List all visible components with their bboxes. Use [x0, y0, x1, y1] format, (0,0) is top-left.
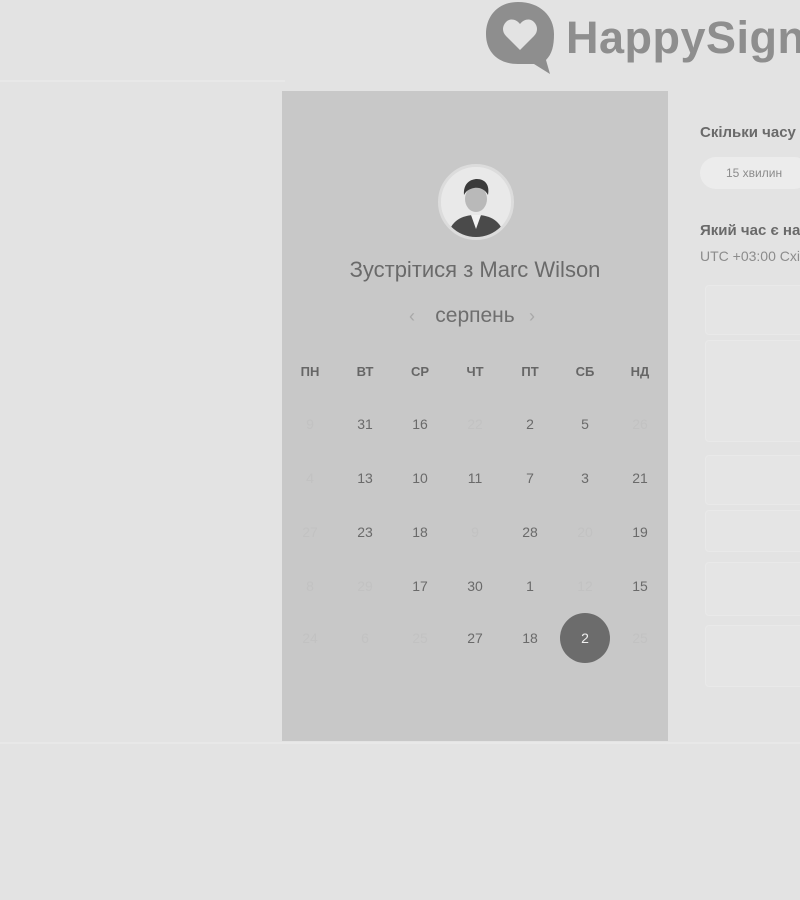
- footer-divider: [0, 742, 800, 744]
- calendar-day[interactable]: 27: [450, 613, 500, 663]
- calendar-day: 25: [632, 630, 648, 646]
- calendar-day[interactable]: 18: [505, 613, 555, 663]
- calendar-day[interactable]: 15: [615, 561, 665, 611]
- brand-logo: HappySigna: [484, 0, 800, 76]
- calendar-day[interactable]: 10: [395, 453, 445, 503]
- weekday-label: СБ: [575, 364, 595, 379]
- calendar-day[interactable]: 5: [560, 399, 610, 449]
- timezone-label[interactable]: UTC +03:00 Схі: [700, 248, 800, 264]
- calendar-day[interactable]: 11: [450, 453, 500, 503]
- calendar-day[interactable]: 7: [505, 453, 555, 503]
- calendar-day: 22: [467, 416, 483, 432]
- calendar-day: 6: [361, 630, 369, 646]
- calendar-day: 8: [306, 578, 314, 594]
- weekday-label: ВТ: [356, 364, 374, 379]
- calendar-day[interactable]: 16: [395, 399, 445, 449]
- weekday-label: СР: [410, 364, 430, 379]
- time-slot[interactable]: [705, 510, 800, 552]
- weekday-label: ПН: [300, 364, 320, 379]
- calendar-day[interactable]: 31: [340, 399, 390, 449]
- weekday-label: ПТ: [521, 364, 539, 379]
- time-slot[interactable]: [705, 562, 800, 616]
- time-slot[interactable]: [705, 285, 800, 335]
- booking-calendar-panel: Зустрітися з Marc Wilson ‹ серпень › ПН В…: [282, 91, 668, 741]
- month-navigation: ‹ серпень ›: [282, 304, 668, 332]
- person-photo-icon: [441, 167, 511, 237]
- calendar-day: 4: [306, 470, 314, 486]
- avatar: [438, 164, 514, 240]
- logo-text: HappySigna: [566, 12, 800, 63]
- calendar-day: 20: [577, 524, 593, 540]
- heart-chat-icon: [486, 2, 554, 74]
- header-divider: [0, 80, 285, 82]
- duration-question: Скільки часу: [700, 124, 796, 141]
- calendar-day[interactable]: 21: [615, 453, 665, 503]
- calendar-day: 24: [302, 630, 318, 646]
- weekday-label: НД: [630, 364, 650, 379]
- calendar-day: 25: [412, 630, 428, 646]
- calendar-day-selected[interactable]: 2: [560, 613, 610, 663]
- calendar-day[interactable]: 13: [340, 453, 390, 503]
- weekday-label: ЧТ: [466, 364, 484, 379]
- calendar-day[interactable]: 2: [505, 399, 555, 449]
- calendar-day: 9: [306, 416, 314, 432]
- month-label: серпень: [435, 304, 515, 327]
- duration-option-button[interactable]: 15 хвилин: [700, 157, 800, 189]
- duration-option-label: 15 хвилин: [726, 166, 783, 180]
- calendar-day[interactable]: 3: [560, 453, 610, 503]
- calendar-day: 12: [577, 578, 593, 594]
- calendar-day[interactable]: 19: [615, 507, 665, 557]
- calendar-day[interactable]: 17: [395, 561, 445, 611]
- calendar-day[interactable]: 23: [340, 507, 390, 557]
- time-slot[interactable]: [705, 625, 800, 687]
- calendar-day[interactable]: 28: [505, 507, 555, 557]
- calendar-day: 29: [357, 578, 373, 594]
- calendar-day[interactable]: 30: [450, 561, 500, 611]
- calendar-day: 27: [302, 524, 318, 540]
- calendar-day: 26: [632, 416, 648, 432]
- time-slot[interactable]: [705, 455, 800, 505]
- calendar-day[interactable]: 1: [505, 561, 555, 611]
- time-slot[interactable]: [705, 340, 800, 442]
- time-question: Який час є на: [700, 222, 800, 239]
- chevron-right-icon[interactable]: ›: [529, 306, 535, 327]
- meeting-title: Зустрітися з Marc Wilson: [349, 257, 601, 282]
- calendar-day[interactable]: 18: [395, 507, 445, 557]
- calendar-day: 9: [471, 524, 479, 540]
